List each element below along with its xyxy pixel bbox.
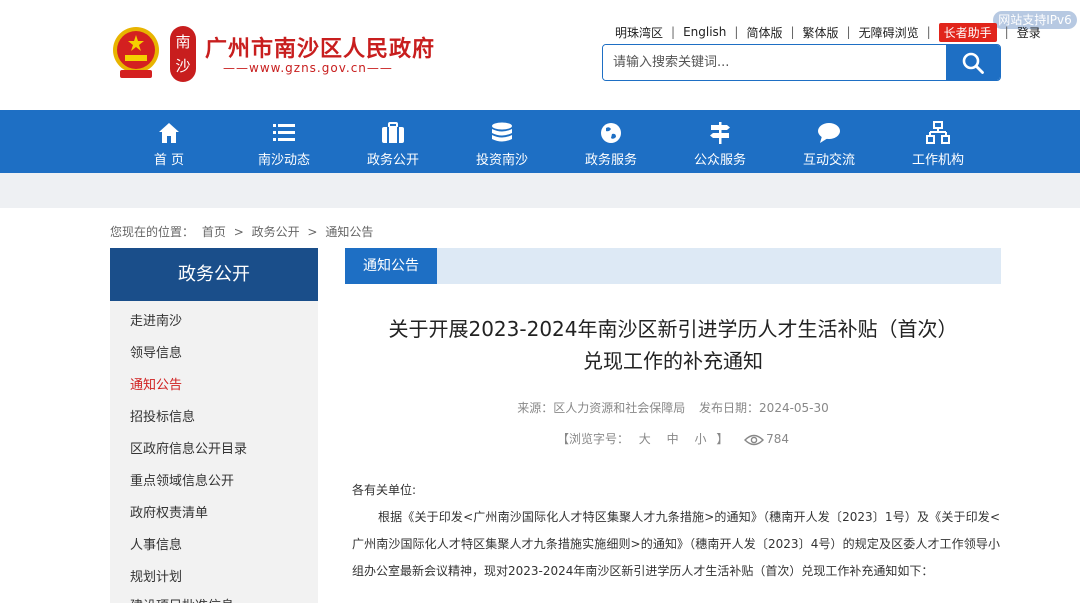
sidebar-item-project-approval[interactable]: 建设项目批准信息	[130, 595, 234, 603]
sidebar-title: 政务公开	[110, 248, 318, 301]
breadcrumb-prefix: 您现在的位置：	[110, 225, 195, 239]
top-link-accessibility[interactable]: 无障碍浏览	[851, 24, 927, 41]
main-nav: 首 页 南沙动态 政务公开 投资南沙 政务服务 公众服务 互动交流 工作机构	[0, 110, 1080, 173]
nav-item-interaction[interactable]: 互动交流	[779, 110, 879, 173]
article-title-line1: 关于开展2023-2024年南沙区新引进学历人才生活补贴（首次）	[388, 317, 958, 341]
briefcase-icon	[382, 122, 404, 143]
article-paragraph: 根据《关于印发<广州南沙国际化人才特区集聚人才九条措施>的通知》（穗南开人发〔2…	[352, 510, 1000, 578]
nav-item-gov-service[interactable]: 政务服务	[561, 110, 661, 173]
article-source: 来源：区人力资源和社会保障局	[517, 401, 686, 415]
org-chart-icon	[926, 121, 950, 144]
breadcrumb-gov-affairs[interactable]: 政务公开	[252, 225, 300, 239]
sidebar-item-notices[interactable]: 通知公告	[130, 374, 182, 393]
view-count: 784	[766, 432, 790, 446]
font-size-label: 【浏览字号：	[556, 432, 629, 446]
article-meta: 来源：区人力资源和社会保障局 发布日期：2024-05-30	[345, 399, 1001, 416]
breadcrumb-separator: >	[307, 225, 318, 239]
breadcrumb-notices[interactable]: 通知公告	[325, 225, 373, 239]
elder-assistant-button[interactable]: 长者助手	[938, 22, 997, 42]
nav-item-invest[interactable]: 投资南沙	[452, 110, 552, 173]
nav-label: 南沙动态	[257, 153, 310, 168]
font-size-close: 】	[716, 432, 729, 446]
font-size-small[interactable]: 小	[694, 432, 706, 446]
nav-item-news[interactable]: 南沙动态	[234, 110, 334, 173]
nav-item-home[interactable]: 首 页	[119, 110, 219, 173]
breadcrumb-separator: >	[233, 225, 244, 239]
font-size-controls: 【浏览字号： 大 中 小 】 784	[345, 430, 1001, 447]
top-links: 明珠湾区 | English | 简体版 | 繁体版 | 无障碍浏览 | 长者助…	[607, 22, 1049, 42]
sidebar-item-tenders[interactable]: 招投标信息	[130, 406, 195, 425]
sidebar-menu: 走进南沙 领导信息 通知公告 招投标信息 区政府信息公开目录 重点领域信息公开 …	[110, 301, 318, 603]
signpost-icon	[710, 122, 730, 144]
top-link-simplified[interactable]: 简体版	[738, 24, 790, 41]
content-tab-notices[interactable]: 通知公告	[345, 248, 437, 284]
globe-icon	[601, 123, 621, 143]
eye-icon	[744, 434, 765, 445]
nav-label: 工作机构	[911, 153, 964, 168]
sidebar-item-planning[interactable]: 规划计划	[130, 566, 182, 585]
nav-label: 首 页	[153, 153, 185, 168]
font-size-medium[interactable]: 中	[667, 432, 679, 446]
sidebar-item-about-nansha[interactable]: 走进南沙	[130, 310, 182, 329]
breadcrumb-home[interactable]: 首页	[202, 225, 226, 239]
nav-item-public-service[interactable]: 公众服务	[670, 110, 770, 173]
sub-nav-band	[0, 173, 1080, 208]
national-emblem-icon	[113, 27, 159, 78]
article-salutation: 各有关单位:	[352, 483, 417, 497]
chat-icon	[818, 123, 840, 143]
coins-icon	[492, 122, 512, 142]
search-button[interactable]	[946, 45, 1000, 80]
article-body: 各有关单位: 根据《关于印发<广州南沙国际化人才特区集聚人才九条措施>的通知》（…	[352, 477, 1000, 585]
site-title[interactable]: 广州市南沙区人民政府	[205, 31, 435, 63]
nav-label: 投资南沙	[475, 153, 528, 168]
top-link-english[interactable]: English	[675, 25, 734, 39]
nav-label: 政务服务	[584, 153, 637, 168]
sidebar-item-info-catalog[interactable]: 区政府信息公开目录	[130, 438, 247, 457]
nansha-seal-logo: 南沙	[170, 26, 196, 82]
breadcrumb: 您现在的位置： 首页 > 政务公开 > 通知公告	[110, 223, 377, 240]
article-date: 发布日期：2024-05-30	[699, 401, 829, 415]
nav-label: 公众服务	[693, 153, 746, 168]
site-header: 南沙 广州市南沙区人民政府 ——www.gzns.gov.cn—— 网站支持IP…	[0, 0, 1080, 110]
top-link-mingzhuwan[interactable]: 明珠湾区	[607, 24, 671, 41]
search-input[interactable]	[603, 45, 948, 80]
search-icon	[962, 52, 984, 74]
article-title: 关于开展2023-2024年南沙区新引进学历人才生活补贴（首次） 兑现工作的补充…	[345, 313, 1001, 377]
sidebar-item-leaders[interactable]: 领导信息	[130, 342, 182, 361]
search-box	[602, 44, 1001, 81]
list-icon	[273, 124, 295, 141]
content-header-bar	[345, 248, 1001, 284]
login-link[interactable]: 登录	[1009, 24, 1049, 41]
nav-item-gov-affairs[interactable]: 政务公开	[343, 110, 443, 173]
site-url: ——www.gzns.gov.cn——	[223, 61, 393, 75]
sidebar-item-power-list[interactable]: 政府权责清单	[130, 502, 208, 521]
article-title-line2: 兑现工作的补充通知	[583, 349, 763, 373]
home-icon	[159, 123, 179, 143]
nav-item-institutions[interactable]: 工作机构	[888, 110, 988, 173]
font-size-large[interactable]: 大	[639, 432, 651, 446]
nav-label: 政务公开	[366, 153, 419, 168]
nav-label: 互动交流	[802, 153, 855, 168]
top-link-traditional[interactable]: 繁体版	[795, 24, 847, 41]
sidebar-item-personnel[interactable]: 人事信息	[130, 534, 182, 553]
sidebar-item-key-areas[interactable]: 重点领域信息公开	[130, 470, 234, 489]
